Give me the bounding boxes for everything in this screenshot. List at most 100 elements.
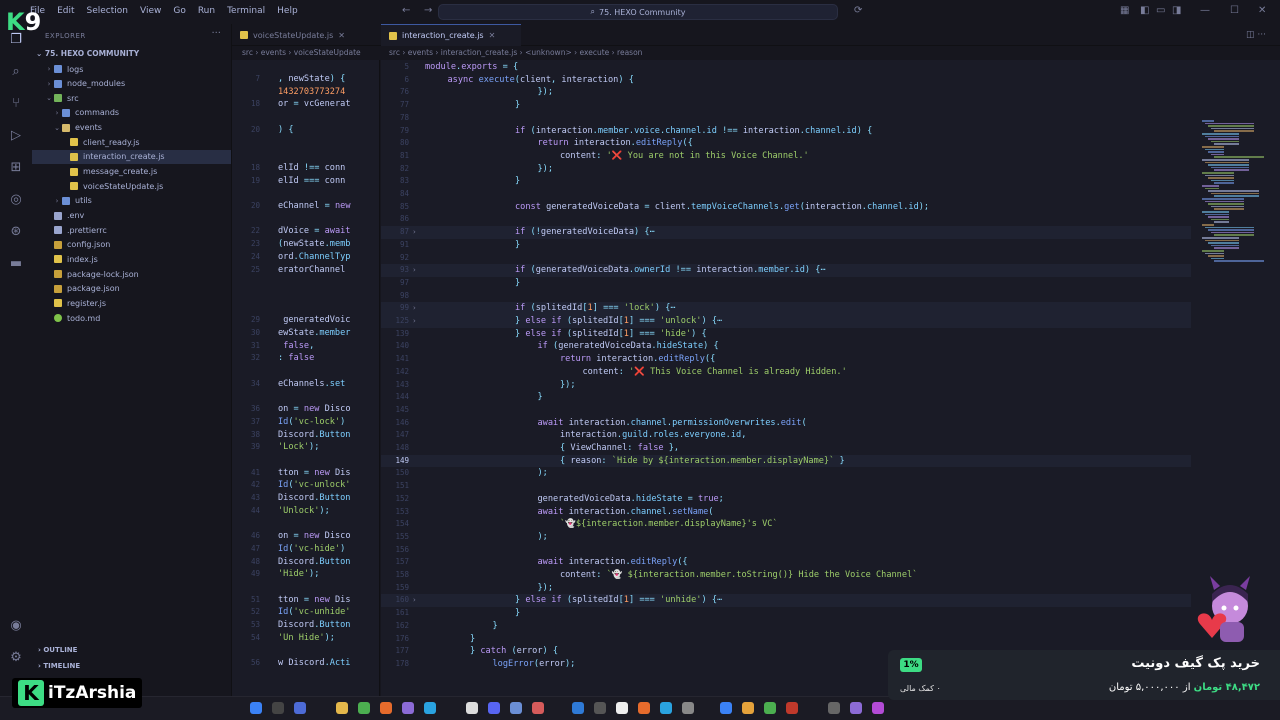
discord-icon[interactable] <box>488 702 500 714</box>
breadcrumb-item[interactable]: events <box>261 48 286 57</box>
tree-item[interactable]: › logs <box>32 62 231 76</box>
tree-item[interactable]: register.js <box>32 296 231 310</box>
editor-left-pane[interactable]: 7 , newState) {1432703773274 18 or = vcGene… <box>232 60 380 696</box>
toggle-secondary-sidebar-icon[interactable]: ◨ <box>1172 5 1181 16</box>
app-icon[interactable] <box>850 702 862 714</box>
search-icon[interactable]: ⌕ <box>8 64 24 80</box>
layout-icon[interactable]: ▦ <box>1120 5 1129 16</box>
tree-item[interactable]: voiceStateUpdate.js <box>32 179 231 193</box>
app-icon[interactable] <box>872 702 884 714</box>
steam-icon[interactable] <box>720 702 732 714</box>
outline-section[interactable]: › OUTLINE <box>38 646 77 654</box>
breadcrumb-item[interactable]: reason <box>617 48 642 57</box>
vscode-icon[interactable] <box>572 702 584 714</box>
app-icon[interactable] <box>532 702 544 714</box>
tree-item[interactable]: message_create.js <box>32 165 231 179</box>
tree-item[interactable]: todo.md <box>32 311 231 325</box>
menu-edit[interactable]: Edit <box>51 6 80 16</box>
fold-chevron-icon[interactable]: › <box>413 596 416 604</box>
minimize-icon[interactable]: — <box>1200 5 1210 16</box>
breadcrumb-item[interactable]: src <box>242 48 253 57</box>
project-root[interactable]: ⌄ 75. HEXO COMMUNITY <box>36 49 139 58</box>
tree-item[interactable]: .env <box>32 209 231 223</box>
tab-interaction-create[interactable]: interaction_create.js ✕ <box>381 24 521 46</box>
menu-terminal[interactable]: Terminal <box>221 6 271 16</box>
app-icon[interactable] <box>682 702 694 714</box>
menu-go[interactable]: Go <box>167 6 191 16</box>
file-explorer-icon[interactable] <box>336 702 348 714</box>
breadcrumb-item[interactable]: src <box>389 48 400 57</box>
app-icon[interactable] <box>786 702 798 714</box>
minimap-line <box>1202 185 1219 187</box>
extensions-icon[interactable]: ⊞ <box>8 160 24 176</box>
app-icon[interactable] <box>594 702 606 714</box>
back-arrow-icon[interactable]: ← <box>402 5 410 16</box>
tree-item[interactable]: package.json <box>32 282 231 296</box>
toggle-sidebar-icon[interactable]: ◧ <box>1140 5 1149 16</box>
search-icon[interactable] <box>272 702 284 714</box>
menu-help[interactable]: Help <box>271 6 304 16</box>
forward-arrow-icon[interactable]: → <box>424 5 432 16</box>
breadcrumb-item[interactable]: events <box>408 48 433 57</box>
close-tab-icon[interactable]: ✕ <box>338 31 345 40</box>
settings-gear-icon[interactable]: ⚙ <box>8 650 24 666</box>
tree-item[interactable]: › node_modules <box>32 77 231 91</box>
editor-right-pane[interactable]: 5 module.exports = {6 async execute(client… <box>381 60 1280 696</box>
menu-view[interactable]: View <box>134 6 167 16</box>
start-icon[interactable] <box>250 702 262 714</box>
app-icon[interactable] <box>764 702 776 714</box>
tab-voiceStateUpdate[interactable]: voiceStateUpdate.js ✕ <box>232 24 377 46</box>
app-icon[interactable] <box>402 702 414 714</box>
tree-item[interactable]: ⌄ src <box>32 91 231 105</box>
menu-selection[interactable]: Selection <box>81 6 134 16</box>
close-tab-icon[interactable]: ✕ <box>489 31 496 40</box>
docker-icon[interactable]: ⊛ <box>8 224 24 240</box>
copilot-icon[interactable]: ⟳ <box>854 5 862 16</box>
breadcrumb-item[interactable]: <unknown> <box>525 48 572 57</box>
remote-explorer-icon[interactable]: ◎ <box>8 192 24 208</box>
split-editor-icon[interactable]: ◫ ··· <box>1246 30 1266 40</box>
breadcrumb-item[interactable]: execute <box>580 48 610 57</box>
tree-item[interactable]: index.js <box>32 252 231 266</box>
app-icon[interactable] <box>828 702 840 714</box>
firefox-icon[interactable] <box>380 702 392 714</box>
fold-chevron-icon[interactable]: › <box>413 228 416 236</box>
fold-chevron-icon[interactable]: › <box>413 304 416 312</box>
tree-item[interactable]: client_ready.js <box>32 135 231 149</box>
run-debug-icon[interactable]: ▷ <box>8 128 24 144</box>
fold-chevron-icon[interactable]: › <box>413 317 416 325</box>
app-icon[interactable] <box>742 702 754 714</box>
tree-item[interactable]: ⌄ events <box>32 121 231 135</box>
account-icon[interactable]: ◉ <box>8 618 24 634</box>
timeline-section[interactable]: › TIMELINE <box>38 662 80 670</box>
app-icon[interactable] <box>660 702 672 714</box>
toggle-panel-icon[interactable]: ▭ <box>1156 5 1165 16</box>
command-center-search[interactable]: ⌕ 75. HEXO Community <box>438 4 838 20</box>
line-number: 157 <box>395 557 409 567</box>
fold-chevron-icon[interactable]: › <box>413 266 416 274</box>
menu-run[interactable]: Run <box>192 6 221 16</box>
tree-item[interactable]: interaction_create.js <box>32 149 231 164</box>
tree-item[interactable]: .prettierrc <box>32 223 231 237</box>
maximize-icon[interactable]: ☐ <box>1230 5 1239 16</box>
breadcrumb-item[interactable]: voiceStateUpdate <box>294 48 361 57</box>
app-icon[interactable] <box>638 702 650 714</box>
app-icon[interactable] <box>510 702 522 714</box>
github-icon[interactable] <box>466 702 478 714</box>
more-actions-icon[interactable]: ··· <box>211 28 221 39</box>
env-icon[interactable]: ▬ <box>8 256 24 272</box>
telegram-icon[interactable] <box>424 702 436 714</box>
tree-item[interactable]: › commands <box>32 106 231 120</box>
tree-item[interactable]: package-lock.json <box>32 267 231 281</box>
chrome-icon[interactable] <box>358 702 370 714</box>
explorer-sidebar: EXPLORER ··· ⌄ 75. HEXO COMMUNITY › logs ›… <box>32 24 232 696</box>
tree-item[interactable]: config.json <box>32 238 231 252</box>
tree-item[interactable]: › utils <box>32 194 231 208</box>
breadcrumb-item[interactable]: interaction_create.js <box>441 48 518 57</box>
close-window-icon[interactable]: ✕ <box>1258 5 1266 16</box>
source-control-icon[interactable]: ⑂ <box>8 96 24 112</box>
obs-icon[interactable] <box>616 702 628 714</box>
minimap[interactable] <box>1196 120 1280 270</box>
task-view-icon[interactable] <box>294 702 306 714</box>
search-text: 75. HEXO Community <box>599 7 686 17</box>
